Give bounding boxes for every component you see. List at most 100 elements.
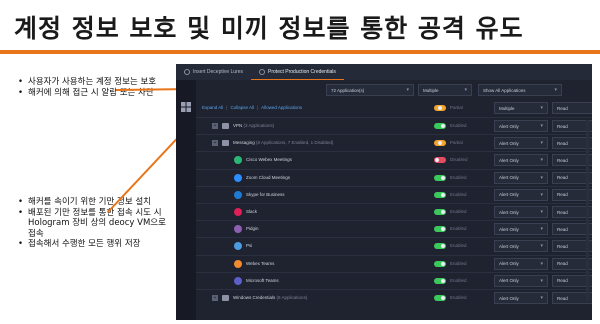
application-row[interactable]: Skype for Business Enabled Alert Only ▾ Read…	[196, 185, 592, 203]
app-name: Cisco Webex Meetings	[246, 157, 292, 163]
application-row[interactable]: Pidgin Enabled Alert Only ▾ Read ▾	[196, 220, 592, 237]
app-name: Slack	[246, 209, 258, 214]
group-label: Messaging (8 Applications, 7 Enabled, 1 …	[233, 140, 333, 145]
expand-toggle-icon[interactable]: +	[212, 123, 218, 129]
side-rail	[176, 80, 196, 320]
tab-insert-deceptive-lures[interactable]: Insert Deceptive Lures	[176, 64, 251, 80]
application-row[interactable]: Psi Enabled Alert Only ▾ Read ▾	[196, 237, 592, 254]
tab-label: Insert Deceptive Lures	[193, 69, 244, 75]
expand-toggle-icon[interactable]: +	[212, 140, 218, 147]
mode-dropdown[interactable]: Alert Only ▾	[494, 223, 548, 236]
status-label: Disabled	[450, 157, 468, 163]
master-access-dropdown[interactable]: Read▾	[552, 102, 592, 114]
chevron-down-icon: ▾	[540, 191, 543, 198]
master-toggle[interactable]	[434, 105, 446, 111]
windows-icon[interactable]	[181, 102, 191, 112]
dropdown-value: Read	[557, 175, 568, 181]
mode-dropdown[interactable]: Alert Only ▾	[494, 188, 548, 201]
tab-protect-production-credentials[interactable]: Protect Production Credentials	[251, 64, 344, 80]
status-label: Enabled	[450, 277, 467, 283]
dropdown-value: Alert Only	[499, 261, 519, 267]
info-icon	[259, 68, 266, 75]
dropdown-value: Alert Only	[499, 175, 519, 181]
mode-dropdown[interactable]: Alert Only ▾	[494, 137, 548, 150]
app-icon	[234, 156, 242, 165]
dropdown-value: Alert Only	[499, 278, 519, 284]
toggle-knob	[441, 175, 445, 180]
group-name: Windows Credentials	[233, 295, 276, 300]
bullet-item: 해커를 속이기 위한 기만 정보 설치	[18, 197, 168, 208]
enable-toggle[interactable]	[434, 295, 446, 301]
group-row[interactable]: + VPN (3 Applications) Enabled Alert Only ▾ R…	[196, 117, 592, 134]
expand-toggle-icon[interactable]: +	[212, 295, 218, 301]
enable-toggle[interactable]	[434, 123, 446, 129]
app-icon	[234, 208, 242, 216]
chevron-down-icon: ▾	[464, 87, 467, 93]
dropdown-value: Read	[557, 226, 568, 232]
dropdown-value: Alert Only	[499, 226, 519, 232]
dropdown-value: Multiple	[499, 105, 515, 111]
group-row[interactable]: + Messaging (8 Applications, 7 Enabled, 1…	[196, 134, 592, 151]
application-row[interactable]: Zoom Cloud Meetings Enabled Alert Only ▾ Rea…	[196, 168, 592, 186]
group-count: (8 Applications, 7 Enabled, 1 Disabled)	[256, 140, 334, 146]
master-mode-dropdown[interactable]: Multiple ▾	[494, 102, 548, 114]
enable-toggle[interactable]	[434, 191, 446, 198]
group-row[interactable]: + Windows Credentials (8 Applications) Ena…	[196, 289, 592, 306]
tab-label: Protect Production Credentials	[268, 68, 336, 75]
chevron-down-icon: ▾	[540, 243, 543, 250]
filter-bar: 72 Application(s) ▾ Multiple ▾ Show All Ap…	[196, 82, 592, 98]
chevron-down-icon: ▾	[540, 105, 543, 111]
app-name: Microsoft Teams	[246, 277, 279, 283]
toggle-knob	[441, 278, 445, 283]
group-count: (8 Applications)	[276, 295, 308, 300]
mode-dropdown[interactable]: Alert Only ▾	[494, 274, 548, 287]
app-name: Pidgin	[246, 226, 259, 232]
dropdown-value: Alert Only	[499, 157, 519, 163]
enable-toggle[interactable]	[434, 277, 446, 284]
application-row[interactable]: Cisco Webex Meetings Disabled Alert Only ▾ R…	[196, 151, 592, 168]
scrollbar[interactable]	[586, 120, 589, 300]
applications-filter-dropdown[interactable]: 72 Application(s) ▾	[326, 84, 414, 96]
mode-filter-dropdown[interactable]: Multiple ▾	[418, 84, 472, 96]
mode-dropdown[interactable]: Alert Only ▾	[494, 120, 548, 132]
enable-toggle[interactable]	[434, 260, 446, 267]
chevron-down-icon: ▾	[540, 157, 543, 164]
group-label: Windows Credentials (8 Applications)	[233, 295, 307, 300]
dropdown-value: Read	[557, 123, 568, 129]
status-label: Partial	[450, 140, 463, 146]
mode-dropdown[interactable]: Alert Only ▾	[494, 240, 548, 253]
mode-dropdown[interactable]: Alert Only ▾	[494, 206, 548, 218]
app-icon	[234, 259, 242, 268]
bullet-item: 배포된 기만 정보를 통한 접속 시도 시 Hologram 장비 상의 deo…	[18, 208, 168, 240]
bullet-list-top: 사용자가 사용하는 계정 정보는 보호 해커에 의해 접근 시 알람 또는 차단	[18, 77, 168, 98]
app-icon	[234, 225, 242, 234]
dropdown-value: Alert Only	[499, 209, 519, 215]
app-icon	[234, 173, 242, 182]
status-label: Enabled	[450, 295, 467, 300]
mode-dropdown[interactable]: Alert Only ▾	[494, 154, 548, 167]
mode-dropdown[interactable]: Alert Only ▾	[494, 171, 548, 184]
enable-toggle[interactable]	[434, 174, 446, 181]
enable-toggle[interactable]	[434, 209, 446, 215]
chevron-down-icon: ▾	[540, 209, 543, 215]
application-row[interactable]: Microsoft Teams Enabled Alert Only ▾ Read ▾	[196, 271, 592, 289]
group-name: Messaging	[233, 140, 255, 146]
status-label: Enabled	[450, 243, 467, 249]
master-row: Partial Multiple ▾ Read▾	[196, 100, 592, 117]
application-row[interactable]: Webex Teams Enabled Alert Only ▾ Read ▾	[196, 254, 592, 272]
view-filter-dropdown[interactable]: Show All Applications ▾	[478, 84, 562, 96]
application-row[interactable]: Slack Enabled Alert Only ▾ Read ▾	[196, 203, 592, 220]
dropdown-value: Show All Applications	[483, 87, 526, 93]
info-icon	[184, 69, 190, 75]
dropdown-value: Read	[557, 105, 568, 111]
dropdown-value: Read	[557, 243, 568, 249]
enable-toggle[interactable]	[434, 140, 446, 147]
enable-toggle[interactable]	[434, 157, 446, 164]
enable-toggle[interactable]	[434, 226, 446, 233]
mode-dropdown[interactable]: Alert Only ▾	[494, 257, 548, 270]
enable-toggle[interactable]	[434, 243, 446, 250]
mode-dropdown[interactable]: Alert Only ▾	[494, 292, 548, 304]
dropdown-value: Read	[557, 140, 568, 146]
dropdown-value: 72 Application(s)	[331, 87, 365, 93]
status-label: Enabled	[450, 226, 467, 232]
